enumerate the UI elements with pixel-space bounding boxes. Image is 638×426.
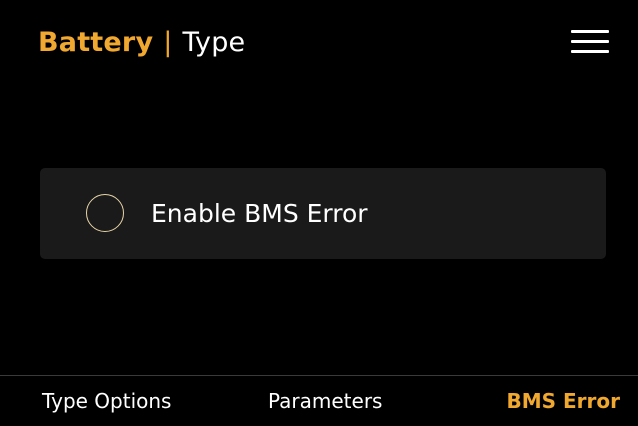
menu-line-bottom [571,50,609,53]
tab-type-options[interactable]: Type Options [42,376,171,426]
page-title: Type [182,26,246,58]
hamburger-menu-icon[interactable] [571,28,609,56]
menu-line-middle [571,40,609,43]
radio-button-unchecked[interactable] [86,194,124,232]
bottom-tab-bar: Type Options Parameters BMS Error [0,375,638,426]
tab-bms-error[interactable]: BMS Error [506,376,620,426]
enable-bms-error-option[interactable]: Enable BMS Error [40,168,606,259]
menu-line-top [571,30,609,33]
title-separator: | [163,26,173,58]
option-label: Enable BMS Error [151,199,368,228]
page-header: Battery | Type [38,22,245,62]
tab-parameters[interactable]: Parameters [268,376,382,426]
section-title: Battery [38,26,154,58]
